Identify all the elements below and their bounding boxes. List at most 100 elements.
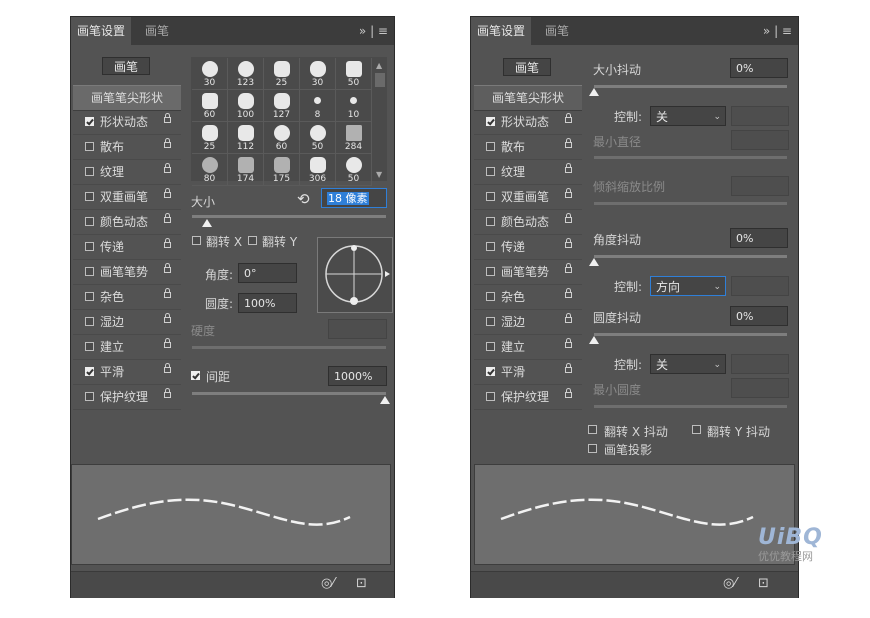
sidebar-item-7[interactable]: 杂色: [474, 285, 582, 310]
sidebar-item-11[interactable]: 保护纹理: [474, 385, 582, 410]
brush-preset[interactable]: 100: [228, 90, 264, 122]
sidebar-item-9[interactable]: 建立: [474, 335, 582, 360]
lock-icon[interactable]: [565, 163, 572, 173]
flip-x-jitter-checkbox[interactable]: [588, 425, 597, 434]
sidebar-checkbox[interactable]: [85, 267, 94, 276]
panel-menu-icon[interactable]: » | ≡: [359, 17, 388, 45]
flip-x-checkbox[interactable]: [192, 236, 201, 245]
sidebar-checkbox[interactable]: [486, 242, 495, 251]
sidebar-item-0[interactable]: 形状动态: [474, 110, 582, 135]
spacing-checkbox[interactable]: [191, 371, 200, 380]
brush-preset[interactable]: 50: [336, 58, 372, 90]
roundness-jitter-slider-track[interactable]: [594, 333, 787, 336]
sidebar-checkbox[interactable]: [486, 217, 495, 226]
brush-preset[interactable]: 30: [192, 58, 228, 90]
brush-preset[interactable]: 127: [264, 90, 300, 122]
angle-field[interactable]: 0°: [238, 263, 297, 283]
sidebar-item-7[interactable]: 杂色: [73, 285, 181, 310]
sidebar-checkbox[interactable]: [85, 217, 94, 226]
lock-icon[interactable]: [565, 213, 572, 223]
tab-brush[interactable]: 画笔: [539, 17, 575, 45]
brush-preset[interactable]: 50: [300, 122, 336, 154]
spacing-slider-track[interactable]: [192, 392, 386, 395]
size-jitter-slider-thumb[interactable]: [589, 88, 599, 96]
angle-jitter-field[interactable]: 0%: [730, 228, 788, 248]
sidebar-checkbox[interactable]: [486, 392, 495, 401]
sidebar-item-1[interactable]: 散布: [474, 135, 582, 160]
lock-icon[interactable]: [565, 363, 572, 373]
sidebar-checkbox[interactable]: [85, 342, 94, 351]
angle-jitter-slider-thumb[interactable]: [589, 258, 599, 266]
sidebar-item-10[interactable]: 平滑: [73, 360, 181, 385]
roundness-jitter-field[interactable]: 0%: [730, 306, 788, 326]
sidebar-checkbox[interactable]: [486, 117, 495, 126]
sidebar-item-5[interactable]: 传递: [73, 235, 181, 260]
sidebar-item-4[interactable]: 颜色动态: [474, 210, 582, 235]
brush-preset[interactable]: 306: [300, 154, 336, 186]
lock-icon[interactable]: [164, 288, 171, 298]
new-brush-icon[interactable]: ⊡: [758, 576, 769, 591]
flip-y-jitter-checkbox[interactable]: [692, 425, 701, 434]
size-jitter-slider-track[interactable]: [594, 85, 787, 88]
scroll-up-icon[interactable]: ▲: [376, 61, 382, 70]
angle-roundness-dial[interactable]: [317, 237, 393, 313]
sidebar-checkbox[interactable]: [85, 392, 94, 401]
scroll-down-icon[interactable]: ▼: [376, 170, 382, 179]
sidebar-checkbox[interactable]: [486, 167, 495, 176]
brush-preset[interactable]: 284: [336, 122, 372, 154]
angle-control-select[interactable]: 方向 ⌄: [650, 276, 726, 296]
sidebar-item-6[interactable]: 画笔笔势: [73, 260, 181, 285]
sidebar-item-8[interactable]: 湿边: [474, 310, 582, 335]
brush-presets-button[interactable]: 画笔: [102, 57, 150, 75]
sidebar-item-3[interactable]: 双重画笔: [474, 185, 582, 210]
preset-scrollbar[interactable]: ▲ ▼: [373, 57, 387, 181]
lock-icon[interactable]: [565, 113, 572, 123]
lock-icon[interactable]: [565, 138, 572, 148]
sidebar-checkbox[interactable]: [85, 192, 94, 201]
sidebar-item-1[interactable]: 散布: [73, 135, 181, 160]
lock-icon[interactable]: [164, 163, 171, 173]
lock-icon[interactable]: [164, 338, 171, 348]
brush-preset[interactable]: 175: [264, 154, 300, 186]
lock-icon[interactable]: [565, 338, 572, 348]
scroll-thumb[interactable]: [375, 73, 385, 87]
brush-preset[interactable]: 80: [192, 154, 228, 186]
sidebar-item-6[interactable]: 画笔笔势: [474, 260, 582, 285]
lock-icon[interactable]: [565, 263, 572, 273]
brush-preset[interactable]: 60: [264, 122, 300, 154]
roundness-jitter-slider-thumb[interactable]: [589, 336, 599, 344]
roundness-control-select[interactable]: 关 ⌄: [650, 354, 726, 374]
brush-preset[interactable]: 60: [192, 90, 228, 122]
toggle-visibility-icon[interactable]: ◎⁄: [321, 576, 335, 591]
sidebar-item-brush-tip-shape[interactable]: 画笔笔尖形状: [474, 85, 582, 111]
sidebar-checkbox[interactable]: [85, 142, 94, 151]
sidebar-item-11[interactable]: 保护纹理: [73, 385, 181, 410]
lock-icon[interactable]: [565, 288, 572, 298]
spacing-slider-thumb[interactable]: [380, 396, 390, 404]
brush-preset[interactable]: 30: [300, 58, 336, 90]
toggle-visibility-icon[interactable]: ◎⁄: [723, 576, 737, 591]
flip-y-checkbox[interactable]: [248, 236, 257, 245]
brush-presets-button[interactable]: 画笔: [503, 58, 551, 76]
angle-jitter-slider-track[interactable]: [594, 255, 787, 258]
sidebar-item-brush-tip-shape[interactable]: 画笔笔尖形状: [73, 85, 181, 111]
roundness-field[interactable]: 100%: [238, 293, 297, 313]
lock-icon[interactable]: [164, 363, 171, 373]
sidebar-checkbox[interactable]: [85, 167, 94, 176]
size-slider-track[interactable]: [192, 215, 386, 218]
sidebar-item-2[interactable]: 纹理: [474, 160, 582, 185]
brush-preset[interactable]: 50: [336, 154, 372, 186]
lock-icon[interactable]: [164, 263, 171, 273]
spacing-field[interactable]: 1000%: [328, 366, 387, 386]
reset-size-icon[interactable]: ⟲: [297, 190, 310, 208]
brush-preset[interactable]: 10: [336, 90, 372, 122]
sidebar-item-2[interactable]: 纹理: [73, 160, 181, 185]
lock-icon[interactable]: [164, 138, 171, 148]
sidebar-item-5[interactable]: 传递: [474, 235, 582, 260]
brush-preset[interactable]: 25: [192, 122, 228, 154]
brush-preset[interactable]: 123: [228, 58, 264, 90]
size-control-select[interactable]: 关 ⌄: [650, 106, 726, 126]
sidebar-checkbox[interactable]: [486, 267, 495, 276]
lock-icon[interactable]: [164, 113, 171, 123]
sidebar-checkbox[interactable]: [486, 367, 495, 376]
